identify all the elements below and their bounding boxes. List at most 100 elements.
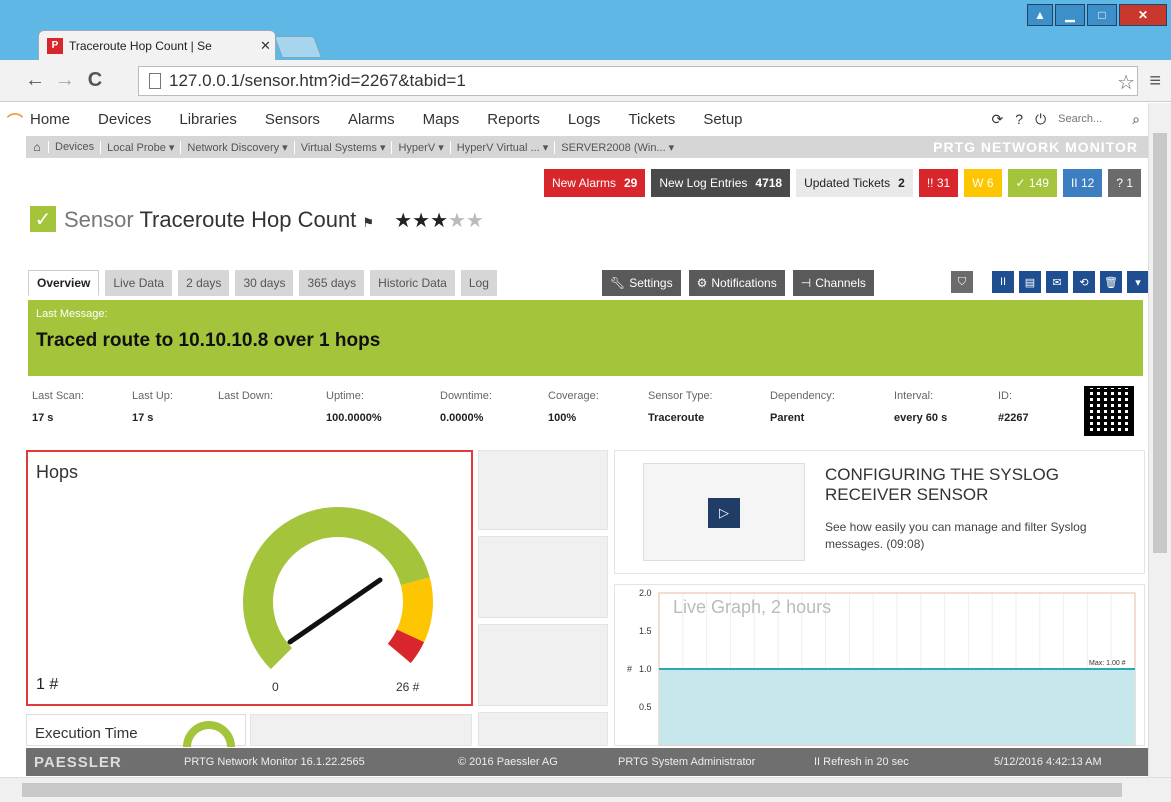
minimize-button[interactable]: ▁ [1055, 4, 1085, 26]
back-arrow-icon[interactable]: ← [20, 69, 50, 92]
tab-overview[interactable]: Overview [28, 270, 100, 296]
sensor-name: Traceroute Hop Count [139, 207, 357, 232]
search-icon[interactable]: ⌕ [1132, 111, 1140, 128]
video-thumbnail[interactable]: ▷ [643, 463, 805, 561]
search-input[interactable] [1058, 109, 1121, 129]
new-alarms-button[interactable]: New Alarms 29 [543, 169, 646, 197]
hops-gauge-panel[interactable]: Hops 1 # 0 26 # [26, 450, 473, 706]
email-icon[interactable]: ✉ [1045, 270, 1069, 294]
brand-text: PRTG NETWORK MONITOR [933, 139, 1138, 155]
gauge-value: 1 # [36, 676, 59, 693]
live-graph-panel[interactable]: 2.0 1.5 1.0 0.5 # Max: 1.00 # Live Graph… [614, 584, 1145, 746]
gauge-dial [243, 507, 433, 670]
url-field[interactable]: 127.0.0.1/sensor.htm?id=2267&tabid=1 [138, 66, 1138, 96]
browser-menu-icon[interactable]: ≡ [1149, 70, 1161, 93]
page-icon [149, 73, 161, 89]
breadcrumb-hyperv-virtual[interactable]: HyperV Virtual ... ▾ [449, 140, 555, 154]
stat-value: #2267 [998, 412, 1029, 424]
new-tab-button[interactable] [273, 36, 323, 58]
prtg-logo-icon[interactable]: ⌒ [0, 108, 30, 132]
tab-historic-data[interactable]: Historic Data [370, 270, 455, 296]
nav-sensors[interactable]: Sensors [265, 111, 320, 128]
play-icon[interactable]: ▷ [708, 498, 740, 528]
scan-icon[interactable]: ⟲ [1072, 270, 1096, 294]
horizontal-scroll-thumb[interactable] [22, 783, 1122, 797]
last-message-box: Last Message: Traced route to 10.10.10.8… [28, 300, 1143, 376]
refresh-icon[interactable]: ⟳ [992, 111, 1004, 128]
breadcrumb-devices[interactable]: Devices [48, 141, 100, 153]
paused-sensors-badge[interactable]: II 12 [1062, 169, 1103, 197]
alert-bar: New Alarms 29 New Log Entries 4718 Updat… [543, 169, 1141, 197]
stat-last-up: Last Up: 17 s [132, 390, 173, 424]
breadcrumb: ⌂ Devices Local Probe ▾ Network Discover… [26, 136, 1148, 158]
nav-devices[interactable]: Devices [98, 111, 151, 128]
warning-sensors-badge[interactable]: W 6 [964, 169, 1002, 197]
breadcrumb-virtual-systems[interactable]: Virtual Systems ▾ [293, 140, 392, 154]
footer-copyright[interactable]: © 2016 Paessler AG [458, 756, 558, 768]
reload-icon[interactable]: C [80, 69, 110, 92]
forward-arrow-icon[interactable]: → [50, 69, 80, 92]
nav-alarms[interactable]: Alarms [348, 111, 395, 128]
close-window-button[interactable]: ✕ [1119, 4, 1167, 26]
nav-home[interactable]: Home [30, 111, 70, 128]
logout-icon[interactable]: ⏻ [1035, 111, 1046, 128]
close-tab-icon[interactable]: ✕ [260, 38, 271, 54]
tab-live-data[interactable]: Live Data [105, 270, 173, 296]
stat-label: Downtime: [440, 390, 492, 402]
channels-label: Channels [815, 276, 866, 290]
browser-tab[interactable]: P Traceroute Hop Count | Se ✕ [38, 30, 276, 60]
nav-setup[interactable]: Setup [703, 111, 742, 128]
new-log-entries-button[interactable]: New Log Entries 4718 [651, 169, 791, 197]
tag-icon[interactable]: ⛉ [950, 270, 974, 294]
down-sensors-badge[interactable]: !! 31 [918, 169, 959, 197]
video-title[interactable]: CONFIGURING THE SYSLOG RECEIVER SENSOR [825, 465, 1125, 505]
breadcrumb-server[interactable]: SERVER2008 (Win... ▾ [554, 140, 680, 154]
settings-label: Settings [629, 276, 673, 290]
footer-user[interactable]: PRTG System Administrator [618, 756, 755, 768]
execution-time-panel[interactable]: Execution Time [26, 714, 246, 747]
tab-30-days[interactable]: 30 days [235, 270, 294, 296]
delete-icon[interactable]: 🗑︎ [1099, 270, 1123, 294]
nav-maps[interactable]: Maps [423, 111, 460, 128]
paessler-logo[interactable]: PAESSLER [34, 754, 122, 771]
settings-button[interactable]: 🔧︎ Settings [602, 270, 681, 296]
nav-libraries[interactable]: Libraries [179, 111, 237, 128]
up-sensors-badge[interactable]: ✓ 149 [1007, 169, 1057, 197]
stat-label: Last Down: [218, 390, 274, 402]
tab-365-days[interactable]: 365 days [299, 270, 365, 296]
breadcrumb-local-probe[interactable]: Local Probe ▾ [100, 140, 180, 154]
video-tutorial-panel[interactable]: ▷ CONFIGURING THE SYSLOG RECEIVER SENSOR… [614, 450, 1145, 574]
maximize-button[interactable]: □ [1087, 4, 1117, 26]
stat-last-scan: Last Scan: 17 s [32, 390, 84, 424]
channels-button[interactable]: ⊣ Channels [792, 270, 874, 296]
vertical-scrollbar[interactable] [1148, 103, 1171, 777]
updated-tickets-button[interactable]: Updated Tickets 2 [796, 169, 913, 197]
home-icon[interactable]: ⌂ [26, 140, 48, 154]
page-title: Sensor Traceroute Hop Count ⚑ ★★★★★ [64, 207, 484, 233]
stat-interval: Interval: every 60 s [894, 390, 947, 424]
clipboard-icon[interactable]: ▤ [1018, 270, 1042, 294]
qr-code-icon[interactable] [1084, 386, 1134, 436]
breadcrumb-network-discovery[interactable]: Network Discovery ▾ [180, 140, 293, 154]
pause-icon[interactable]: II [991, 270, 1015, 294]
nav-logs[interactable]: Logs [568, 111, 601, 128]
help-icon[interactable]: ? [1015, 111, 1023, 127]
nav-reports[interactable]: Reports [487, 111, 540, 128]
bookmark-star-icon[interactable]: ☆ [1117, 70, 1135, 95]
vertical-scroll-thumb[interactable] [1153, 133, 1167, 553]
tickets-label: Updated Tickets [804, 176, 891, 190]
notifications-button[interactable]: ⚙︎ Notifications [688, 270, 785, 296]
stat-label: Coverage: [548, 390, 599, 402]
tab-2-days[interactable]: 2 days [178, 270, 230, 296]
flag-icon[interactable]: ⚑ [362, 215, 374, 230]
user-icon[interactable]: ▲ [1027, 4, 1053, 26]
unknown-sensors-badge[interactable]: ? 1 [1108, 169, 1141, 197]
priority-stars[interactable]: ★★★★★ [394, 210, 484, 232]
horizontal-scrollbar[interactable] [0, 777, 1171, 802]
breadcrumb-hyperv[interactable]: HyperV ▾ [391, 140, 449, 154]
more-chevron-down-icon[interactable]: ▾ [1126, 270, 1150, 294]
tab-log[interactable]: Log [460, 270, 497, 296]
footer-datetime: 5/12/2016 4:42:13 AM [994, 756, 1102, 768]
nav-tickets[interactable]: Tickets [628, 111, 675, 128]
footer-refresh[interactable]: II Refresh in 20 sec [814, 756, 909, 768]
